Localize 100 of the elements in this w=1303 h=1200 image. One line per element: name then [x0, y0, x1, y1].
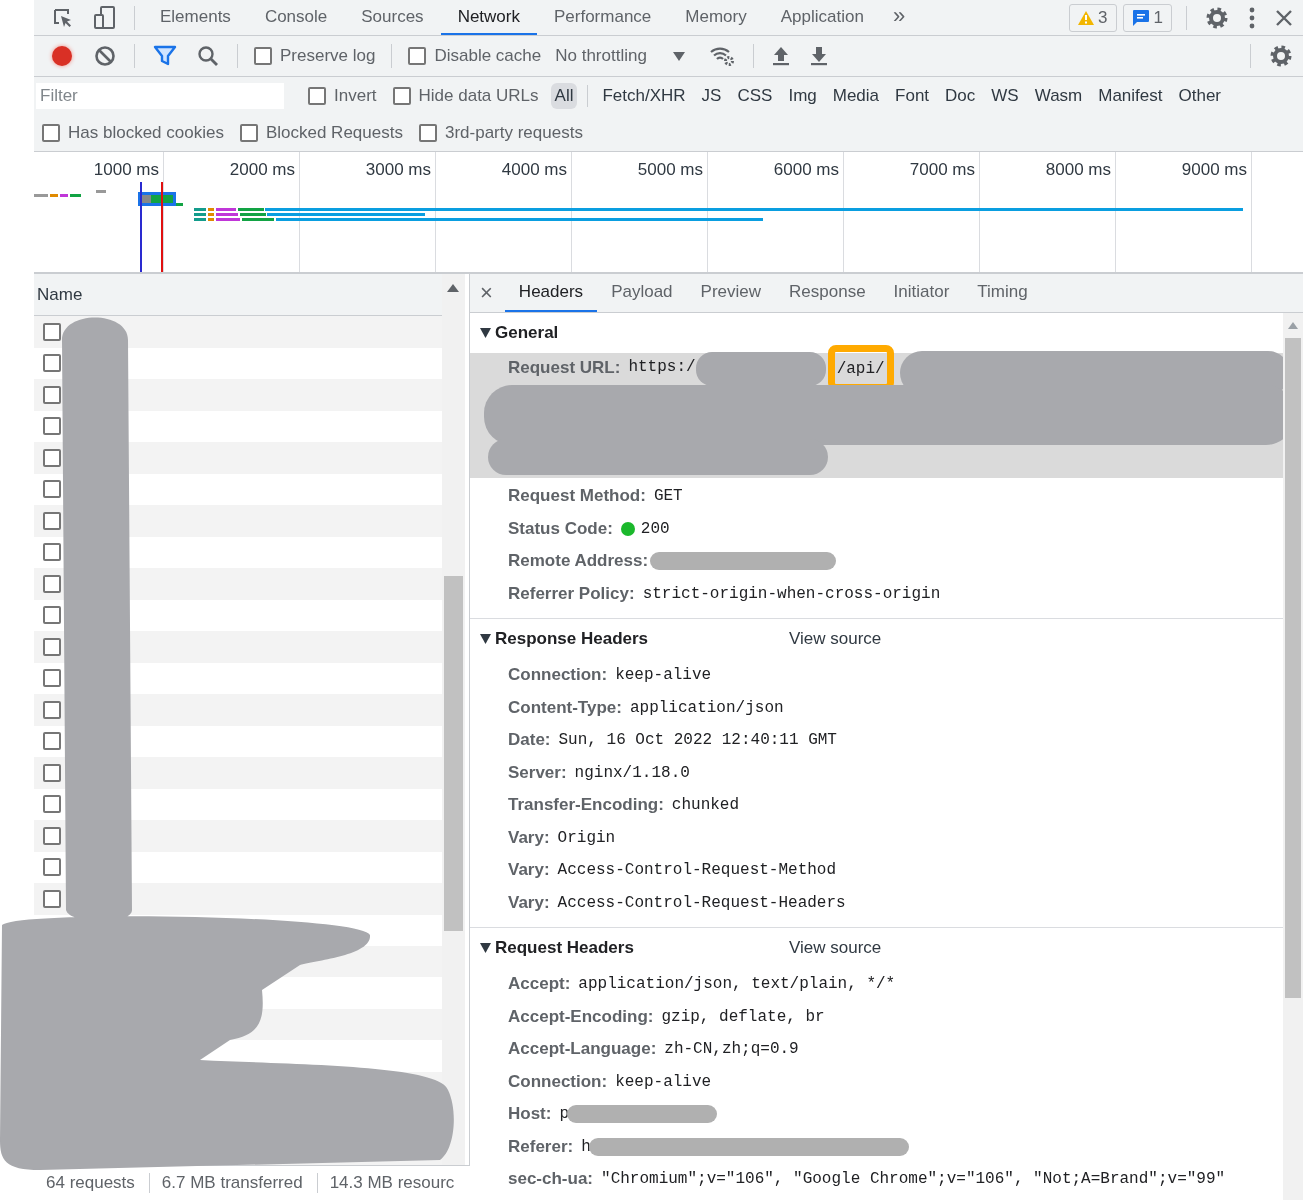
close-icon[interactable] [1275, 8, 1293, 27]
type-filter-button[interactable]: All [550, 83, 578, 109]
expand-triangle-icon[interactable] [480, 634, 491, 644]
detail-tab[interactable]: Timing [963, 274, 1042, 312]
expand-triangle-icon[interactable] [480, 328, 491, 338]
close-button[interactable]: × [480, 280, 493, 306]
type-filter-button[interactable]: Wasm [1030, 83, 1087, 109]
filter-input[interactable]: Filter [36, 83, 284, 109]
header-name: sec-ch-ua: [508, 1169, 594, 1190]
url-fragment: https:/ [628, 358, 696, 376]
more-menu-icon[interactable] [1249, 6, 1255, 29]
header-value: application/json [629, 698, 784, 717]
row-checkbox[interactable] [43, 511, 61, 530]
clear-icon[interactable] [94, 45, 116, 67]
panel-tab[interactable]: Application [763, 0, 881, 35]
view-source-link[interactable]: View source [789, 629, 882, 649]
panel-tab[interactable]: Performance [537, 0, 669, 35]
scrollbar-thumb[interactable] [1285, 338, 1301, 998]
expand-triangle-icon[interactable] [480, 943, 491, 953]
settings-icon[interactable] [1205, 5, 1229, 30]
section-title[interactable]: Request Headers [495, 938, 785, 958]
header-name: Vary: [508, 860, 550, 881]
detail-tab[interactable]: Payload [597, 274, 687, 312]
upload-icon[interactable] [771, 46, 790, 66]
download-icon[interactable] [809, 46, 828, 66]
type-filter-button[interactable]: JS [697, 83, 726, 109]
row-checkbox[interactable] [43, 417, 61, 436]
checkbox[interactable] [42, 124, 60, 142]
detail-tab[interactable]: Preview [686, 274, 776, 312]
header-name: Referer: [508, 1136, 574, 1157]
sort-arrow-icon[interactable] [447, 284, 459, 292]
row-checkbox[interactable] [43, 480, 61, 499]
row-checkbox[interactable] [43, 795, 61, 814]
device-icon[interactable] [94, 5, 116, 30]
record-button[interactable] [52, 46, 72, 66]
type-filter-button[interactable]: Media [828, 83, 884, 109]
type-filter-button[interactable]: Other [1174, 83, 1226, 109]
header-value: zh-CN,zh;q=0.9 [664, 1040, 799, 1059]
panel-tab[interactable]: Console [247, 0, 345, 35]
filter-icon[interactable] [153, 45, 177, 67]
section-title[interactable]: General [495, 323, 785, 343]
time-tick-label: 6000 ms [773, 160, 839, 179]
detail-tab[interactable]: Response [775, 274, 880, 312]
type-filter-button[interactable]: Font [891, 83, 934, 109]
header-name: Host: [508, 1104, 552, 1125]
header-name: Vary: [508, 892, 550, 913]
scroll-up-icon[interactable] [1288, 322, 1298, 329]
row-checkbox[interactable] [43, 826, 61, 845]
row-checkbox[interactable] [43, 385, 61, 404]
checkbox[interactable] [239, 124, 258, 142]
settings-icon[interactable] [1269, 44, 1293, 68]
throttling-dropdown[interactable]: No throttling [555, 46, 685, 66]
type-filter-button[interactable]: Manifest [1094, 83, 1167, 109]
panel-tab[interactable]: Sources [344, 0, 441, 35]
type-filter-button[interactable]: WS [987, 83, 1023, 109]
row-checkbox[interactable] [43, 732, 61, 751]
row-checkbox[interactable] [43, 574, 61, 593]
row-checkbox[interactable] [43, 889, 61, 908]
messages-badge[interactable]: 1 [1122, 3, 1172, 32]
header-value: p [559, 1105, 570, 1124]
checkbox[interactable] [418, 124, 437, 142]
type-filter-button[interactable]: Img [784, 83, 821, 109]
warnings-badge[interactable]: 3 [1069, 3, 1117, 32]
panel-tab[interactable]: Elements [143, 0, 248, 35]
view-source-link[interactable]: View source [789, 938, 882, 958]
row-checkbox[interactable] [43, 448, 61, 467]
search-icon[interactable] [197, 45, 219, 67]
row-checkbox[interactable] [43, 858, 61, 877]
row-checkbox[interactable] [43, 763, 61, 782]
row-checkbox[interactable] [43, 700, 61, 719]
scrollbar[interactable] [1283, 313, 1303, 1200]
detail-tab[interactable]: Headers [504, 274, 598, 312]
scrollbar[interactable] [442, 274, 465, 1165]
type-filter-button[interactable]: CSS [733, 83, 777, 109]
inspect-icon[interactable] [52, 6, 74, 29]
status-text: 14.3 MB resourc [328, 1173, 456, 1193]
header-value: "Chromium";v="106", "Google Chrome";v="106", "Not;A=Brand";v="99" [601, 1170, 1226, 1189]
checkbox-label: Blocked Requests [265, 123, 403, 143]
header-name: Referrer Policy: [508, 583, 635, 604]
header-name: Connection: [508, 1071, 608, 1092]
column-header[interactable]: Name [37, 285, 83, 305]
type-filter-button[interactable]: Doc [941, 83, 980, 109]
row-checkbox[interactable] [43, 354, 61, 373]
status-text: 64 requests [34, 1173, 150, 1193]
scrollbar-thumb[interactable] [444, 576, 463, 931]
type-filter-button[interactable]: Fetch/XHR [598, 83, 690, 109]
panel-tab[interactable]: Memory [668, 0, 764, 35]
row-checkbox[interactable] [43, 322, 61, 341]
detail-tab[interactable]: Initiator [879, 274, 964, 312]
more-tabs-button[interactable]: » [880, 2, 918, 33]
row-checkbox[interactable] [43, 637, 61, 656]
row-checkbox[interactable] [43, 606, 61, 625]
checkbox[interactable] [392, 87, 411, 105]
checkbox[interactable] [408, 47, 427, 65]
row-checkbox[interactable] [43, 543, 61, 562]
section-title[interactable]: Response Headers [495, 629, 785, 649]
checkbox[interactable] [254, 47, 272, 65]
row-checkbox[interactable] [43, 669, 61, 688]
wifi-settings-icon[interactable] [708, 45, 735, 67]
checkbox[interactable] [308, 87, 326, 105]
